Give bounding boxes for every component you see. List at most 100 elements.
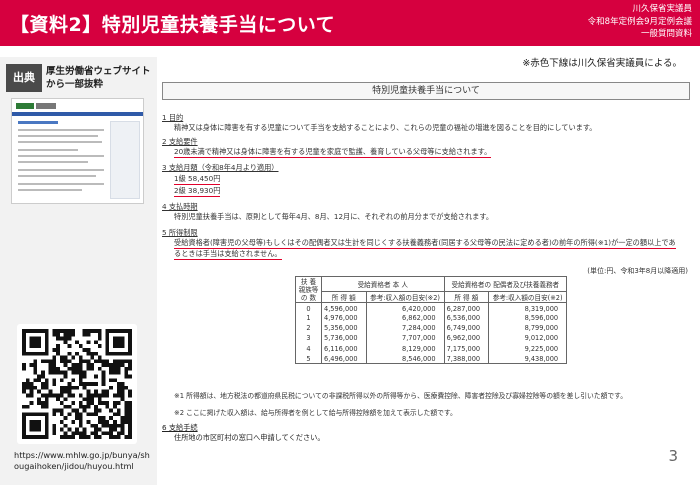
cell-income: 6,287,000 — [443, 302, 490, 313]
source-name: 厚生労働省ウェブサイト から一部抜粋 — [46, 65, 156, 91]
page-title: 【資料2】特別児童扶養手当について — [10, 14, 336, 36]
underlined-income-limit-cont: るときは手当は支給されません。 — [174, 249, 282, 260]
cell-income: 4,976,000 — [321, 313, 367, 324]
cell-reference: 8,129,000 — [365, 343, 445, 354]
thumbnail-text-line — [18, 189, 82, 191]
cell-reference: 7,284,000 — [365, 323, 445, 334]
section-5-body-1: 受給資格者(障害児の父母等)もしくはその配偶者又は生計を同じくする扶養義務者(同… — [174, 238, 676, 249]
section-heading-text: 6 支給手続 — [162, 423, 198, 432]
thumbnail-text-line — [18, 183, 104, 185]
section-2-heading: 2 支給要件 — [162, 137, 198, 147]
cell-income: 6,749,000 — [443, 323, 490, 334]
section-heading-text: 2 支給要件 — [162, 137, 198, 146]
table-row: 4 6,116,000 8,129,000 7,175,000 9,225,00… — [295, 343, 568, 354]
cell-income: 7,175,000 — [443, 343, 490, 354]
cell-reference: 9,225,000 — [488, 343, 568, 354]
col-recipient-label: 受給資格者 本 人 — [357, 281, 408, 289]
underlined-requirement: 20歳未満で精神又は身体に障害を有する児童を家庭で監護、養育している父母等に支給… — [174, 147, 492, 158]
website-thumbnail — [11, 98, 144, 204]
cell-reference: 8,799,000 — [488, 323, 568, 334]
qr-code-icon — [22, 329, 132, 439]
col-recipient: 受給資格者 本 人 — [321, 276, 445, 292]
cell-income: 4,596,000 — [321, 302, 367, 313]
col-dependents: 扶 養 親族等 の 数 — [295, 276, 322, 303]
source-line-2: から一部抜粋 — [46, 79, 104, 90]
section-1-body: 精神又は身体に障害を有する児童について手当を支給することにより、これらの児童の福… — [174, 123, 597, 132]
title-banner: 【資料2】特別児童扶養手当について 川久保省実議員 令和8年定例会9月定例会議 … — [0, 0, 700, 46]
material-type: 一般質問資料 — [640, 29, 692, 40]
section-6-heading: 6 支給手続 — [162, 423, 198, 433]
cell-reference: 6,420,000 — [365, 302, 445, 313]
thumbnail-text-line — [18, 141, 102, 143]
section-5-body-2: るときは手当は支給されません。 — [174, 249, 282, 260]
section-5-heading: 5 所得制限 — [162, 228, 198, 238]
source-url[interactable]: https://www.mhlw.go.jp/bunya/shougaihoke… — [14, 450, 154, 472]
cell-dependents: 1 — [295, 313, 322, 324]
table-row-highlighted: 2 5,356,000 7,284,000 6,749,000 8,799,00… — [295, 323, 568, 334]
cell-income: 6,116,000 — [321, 343, 367, 354]
cell-dependents: 3 — [295, 333, 322, 344]
presenter-name: 川久保省実議員 — [632, 4, 692, 14]
section-1-heading: 1 目的 — [162, 113, 183, 123]
col-dependents-label: 扶 養 親族等 の 数 — [298, 277, 319, 302]
cell-income: 6,962,000 — [443, 333, 490, 344]
table-row: 5 6,496,000 8,546,000 7,388,000 9,438,00… — [295, 353, 568, 365]
section-3-grade-1: 1級 58,450円 — [174, 174, 221, 185]
section-4-body: 特別児童扶養手当は、原則として毎年4月、8月、12月に、それぞれの前月分までが支… — [174, 212, 494, 221]
cell-dependents: 4 — [295, 343, 322, 354]
thumbnail-text-line — [18, 129, 104, 131]
table-row: 3 5,736,000 7,707,000 6,962,000 9,012,00… — [295, 333, 568, 344]
thumbnail-text-line — [18, 175, 96, 177]
cell-dependents: 5 — [295, 353, 322, 365]
thumbnail-sidebar — [110, 121, 140, 199]
source-badge: 出典 — [6, 64, 42, 92]
cell-reference: 9,012,000 — [488, 333, 568, 344]
col-income-spouse: 所 得 額 — [443, 291, 490, 303]
cell-reference: 8,319,000 — [488, 302, 568, 313]
cell-income: 5,736,000 — [321, 333, 367, 344]
cell-reference: 6,862,000 — [365, 313, 445, 324]
col-ref-recipient: 参考:収入額の目安(※2) — [365, 291, 445, 303]
thumbnail-text-line — [18, 135, 98, 137]
source-line-1: 厚生労働省ウェブサイト — [46, 66, 151, 77]
cell-reference: 8,546,000 — [365, 353, 445, 365]
thumbnail-text-line — [18, 169, 104, 171]
document-title: 特別児童扶養手当について — [162, 82, 690, 100]
underlined-income-limit: 受給資格者(障害児の父母等)もしくはその配偶者又は生計を同じくする扶養義務者(同… — [174, 238, 676, 249]
thumbnail-heading — [18, 121, 58, 124]
footnote-1: ※1 所得額は、地方税法の都道府県民税についての非課税所得以外の所得等から、医療… — [174, 392, 628, 400]
thumbnail-text-line — [18, 155, 104, 157]
table-row: 1 4,976,000 6,862,000 6,536,000 8,596,00… — [295, 313, 568, 324]
cell-dependents: 2 — [295, 323, 322, 334]
col-income-recipient: 所 得 額 — [321, 291, 367, 303]
cell-income: 6,536,000 — [443, 313, 490, 324]
income-limit-table: 扶 養 親族等 の 数 受給資格者 本 人 受給資格者の 配偶者及び扶養義務者 … — [295, 276, 568, 365]
thumbnail-nav-bar — [12, 112, 143, 116]
unit-note: (単位:円、令和3年8月以降適用) — [587, 267, 688, 275]
source-label: 出典 厚生労働省ウェブサイト から一部抜粋 — [0, 64, 157, 92]
table-row: 0 4,596,000 6,420,000 6,287,000 8,319,00… — [295, 302, 568, 313]
col-ref-spouse: 参考:収入額の目安(※2) — [488, 291, 568, 303]
section-2-body: 20歳未満で精神又は身体に障害を有する児童を家庭で監護、養育している父母等に支給… — [174, 147, 492, 158]
section-3-heading: 3 支給月額（令和8年4月より適用） — [162, 163, 279, 173]
section-3-grade-2: 2級 38,930円 — [174, 186, 221, 197]
section-4-heading: 4 支払時期 — [162, 202, 198, 212]
cell-income: 7,388,000 — [443, 353, 490, 365]
thumbnail-logo-text — [36, 103, 56, 109]
qr-code[interactable] — [17, 324, 137, 444]
section-6-body: 住所地の市区町村の窓口へ申請してください。 — [174, 433, 325, 442]
underlined-amount-2: 2級 38,930円 — [174, 186, 221, 197]
footnote-2: ※2 ここに掲げた収入額は、給与所得者を例として給与所得控除額を加えて表示した額… — [174, 409, 457, 417]
cell-income: 5,356,000 — [321, 323, 367, 334]
cell-dependents: 0 — [295, 302, 322, 313]
thumbnail-text-line — [18, 149, 78, 151]
cell-reference: 7,707,000 — [365, 333, 445, 344]
cell-income: 6,496,000 — [321, 353, 367, 365]
section-heading-text: 1 目的 — [162, 113, 184, 122]
col-spouse-label: 受給資格者の 配偶者及び扶養義務者 — [451, 281, 560, 289]
cell-reference: 9,438,000 — [488, 353, 568, 365]
source-sidebar: 出典 厚生労働省ウェブサイト から一部抜粋 https://www.mhlw.g… — [0, 57, 157, 485]
cell-reference: 8,596,000 — [488, 313, 568, 324]
session-name: 令和8年定例会9月定例会議 — [587, 16, 692, 27]
section-heading-text: 4 支払時期 — [162, 202, 198, 211]
